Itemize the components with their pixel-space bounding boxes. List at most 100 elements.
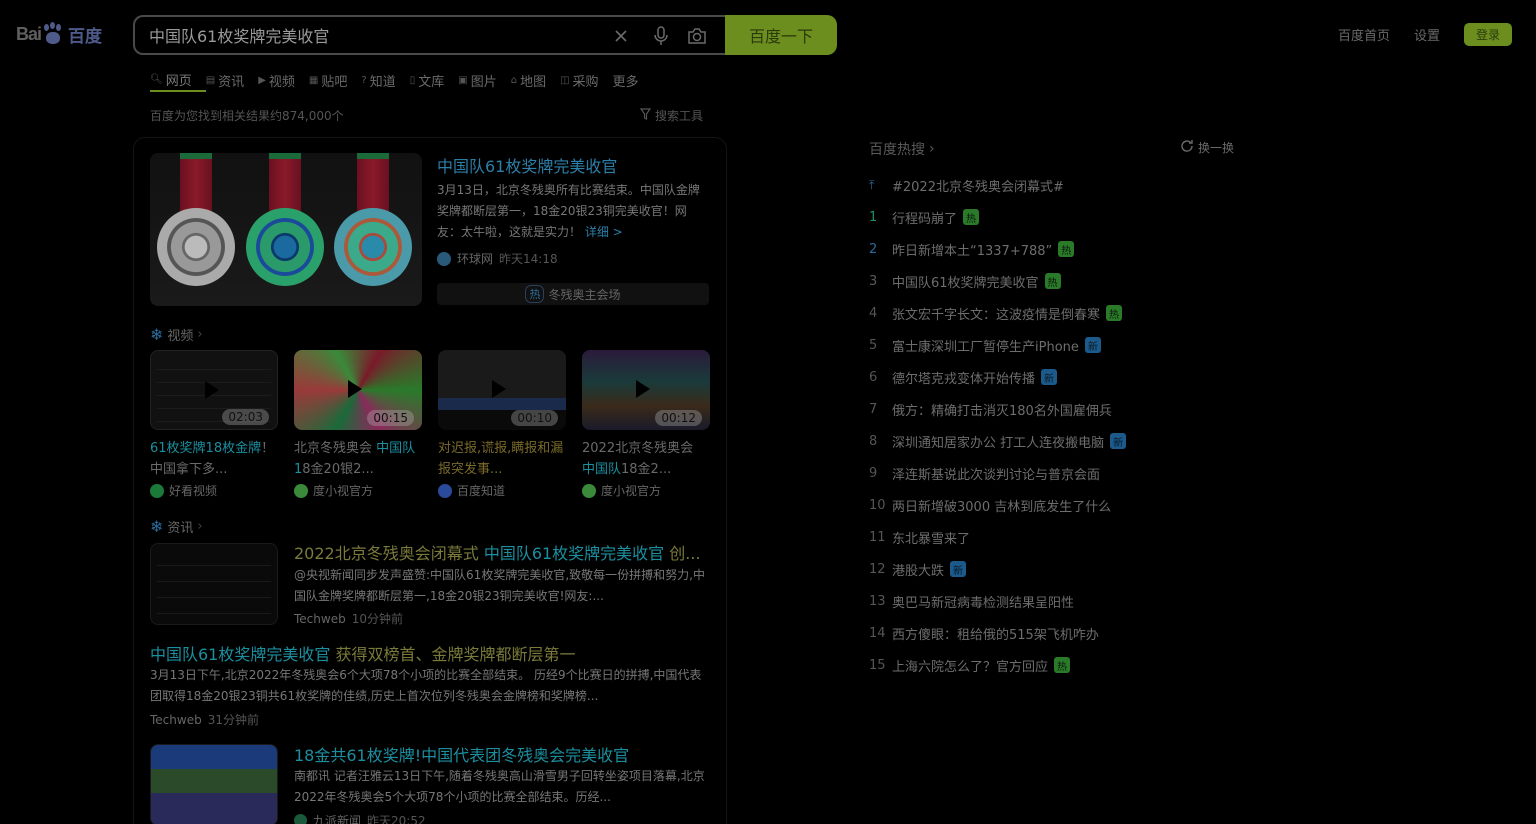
tab-more[interactable]: 更多	[613, 68, 639, 92]
video-section-header[interactable]: ❄ 视频 ›	[150, 325, 203, 344]
chevron-right-icon: ›	[197, 327, 203, 342]
hot-search-text: 张文宏千字长文：这波疫情是倒春寒	[892, 307, 1101, 323]
hot-rank: 6	[869, 369, 878, 385]
hot-rank: 5	[869, 337, 878, 353]
camera-icon[interactable]	[686, 25, 708, 47]
hot-search-item[interactable]: 7 俄方：精确打击消灭180名外国雇佣兵	[869, 393, 1249, 425]
hot-search-text: 行程码崩了	[892, 211, 958, 227]
video-title: 61枚奖牌18枚金牌！中国拿下多...	[150, 441, 275, 477]
video-source: 度小视官方	[294, 482, 422, 499]
chevron-right-icon: ›	[197, 519, 203, 534]
tab-web[interactable]: 🔍︎ 网页	[150, 68, 206, 92]
tab-map[interactable]: ⌂ 地图	[511, 68, 560, 92]
medals-image[interactable]	[150, 153, 422, 306]
hot-search-item[interactable]: 4 张文宏千字长文：这波疫情是倒春寒热	[869, 297, 1249, 329]
refresh-button[interactable]: 换一换	[1180, 139, 1234, 156]
tab-news[interactable]: ▤ 资讯	[206, 68, 258, 92]
hot-search-text: 泽连斯基说此次谈判讨论与普京会面	[892, 467, 1101, 483]
news-icon: ▤	[205, 74, 216, 86]
video-title: 对迟报,谎报,瞒报和漏报突发事...	[438, 441, 564, 477]
hot-search-item[interactable]: 13 奥巴马新冠病毒检测结果呈阳性	[869, 585, 1249, 617]
news-thumbnail[interactable]	[150, 744, 278, 824]
tab-tieba[interactable]: ▦ 贴吧	[309, 68, 361, 92]
hot-rank: 3	[869, 273, 878, 289]
hot-badge: 热	[1058, 241, 1075, 257]
microphone-icon[interactable]	[650, 25, 672, 47]
baidu-logo[interactable]: Bai 百度	[16, 16, 120, 52]
hot-search-item[interactable]: 8 深圳通知居家办公 打工人连夜搬电脑新	[869, 425, 1249, 457]
hot-rank: 2	[869, 241, 878, 257]
logo-text-right: 百度	[68, 26, 103, 47]
news-title[interactable]: 18金共61枚奖牌!中国代表团冬残奥会完美收官	[294, 742, 709, 766]
video-card[interactable]: 00:12 2022北京冬残奥会 中国队18金2... 度小视官方	[582, 350, 710, 499]
news-thumbnail[interactable]	[150, 543, 278, 625]
new-badge: 新	[1041, 369, 1058, 385]
search-input[interactable]	[149, 25, 599, 44]
hot-search-item[interactable]: 14 西方傻眼：租给俄的515架飞机咋办	[869, 617, 1249, 649]
hot-search-item[interactable]: 11 东北暴雪来了	[869, 521, 1249, 553]
news-source: 九派新闻 昨天20:52	[294, 812, 426, 824]
hot-badge: 热	[1044, 273, 1061, 289]
tab-zhidao[interactable]: ? 知道	[361, 68, 409, 92]
news-title[interactable]: 中国队61枚奖牌完美收官 获得双榜首、金牌奖牌都断层第一	[150, 641, 710, 665]
hot-search-item[interactable]: 3 中国队61枚奖牌完美收官热	[869, 265, 1249, 297]
hot-search-title[interactable]: 百度热搜 ›	[869, 139, 935, 159]
duxiaoshi-icon	[294, 483, 308, 498]
home-link[interactable]: 百度首页	[1338, 25, 1390, 44]
hot-rank: 14	[869, 625, 886, 641]
video-thumbnail: 02:03	[150, 350, 278, 430]
top-links: 百度首页 设置 登录	[1338, 23, 1512, 46]
video-thumbnail: 00:15	[294, 350, 422, 430]
hot-rank: 9	[869, 465, 878, 481]
hot-search-text: 俄方：精确打击消灭180名外国雇佣兵	[892, 403, 1112, 419]
hot-search-item[interactable]: 5 富士康深圳工厂暂停生产iPhone 新	[869, 329, 1249, 361]
hot-rank: 13	[869, 593, 886, 609]
hot-search-item[interactable]: ⤒ #2022北京冬残奥会闭幕式#	[869, 169, 1249, 201]
hot-badge: 热	[1106, 305, 1123, 321]
tab-image[interactable]: ▣ 图片	[458, 68, 510, 92]
hot-search-item[interactable]: 9 泽连斯基说此次谈判讨论与普京会面	[869, 457, 1249, 489]
settings-link[interactable]: 设置	[1414, 25, 1440, 44]
filter-icon	[639, 108, 652, 123]
video-card[interactable]: 00:15 北京冬残奥会 中国队18金20银2... 度小视官方	[294, 350, 422, 499]
haokan-icon	[150, 483, 164, 498]
top-result-title[interactable]: 中国队61枚奖牌完美收官	[437, 153, 709, 177]
hot-search-text: 港股大跌	[892, 563, 945, 579]
tab-purchase[interactable]: ◫ 采购	[560, 68, 612, 92]
tab-wenku[interactable]: ▯ 文库	[410, 68, 459, 92]
search-button[interactable]: 百度一下	[725, 15, 837, 55]
detail-link[interactable]: 详细 >	[585, 225, 623, 239]
result-count: 百度为您找到相关结果约874,000个	[150, 109, 344, 123]
hot-search-item[interactable]: 2 昨日新增本土“1337+788” 热	[869, 233, 1249, 265]
question-icon: ?	[361, 74, 367, 86]
hot-search-item[interactable]: 1 行程码崩了热	[869, 201, 1249, 233]
hot-search-item[interactable]: 10 两日新增破3000 吉林到底发生了什么	[869, 489, 1249, 521]
news-title[interactable]: 2022北京冬残奥会闭幕式 中国队61枚奖牌完美收官 创...	[294, 540, 709, 564]
image-icon: ▣	[458, 74, 468, 86]
hot-rank: 15	[869, 657, 886, 673]
video-card[interactable]: 02:03 61枚奖牌18枚金牌！中国拿下多... 好看视频	[150, 350, 278, 499]
news-source: Techweb 10分钟前	[294, 611, 403, 627]
login-button[interactable]: 登录	[1463, 23, 1512, 46]
hot-search-item[interactable]: 15 上海六院怎么了？官方回应热	[869, 649, 1249, 681]
hot-rank: 8	[869, 433, 878, 449]
news-abstract: @央视新闻同步发声盛赞:中国队61枚奖牌完美收官,致敬每一份拼搏和努力,中国队金…	[294, 568, 705, 603]
source-logo-icon	[437, 251, 451, 266]
pin-top-icon: ⤒	[869, 177, 875, 192]
hot-search-text: #2022北京冬残奥会闭幕式#	[892, 179, 1064, 195]
clear-icon[interactable]	[610, 25, 632, 47]
video-card[interactable]: 00:10 对迟报,谎报,瞒报和漏报突发事... 百度知道	[438, 350, 566, 499]
hot-search-item[interactable]: 6 德尔塔克戎变体开始传播新	[869, 361, 1249, 393]
related-search-pill[interactable]: 热 冬残奥主会场	[437, 283, 709, 305]
tab-video[interactable]: ▶ 视频	[258, 68, 309, 92]
video-title: 北京冬残奥会 中国队18金20银2...	[294, 441, 416, 477]
logo-text-left: Bai	[16, 23, 42, 44]
zhidao-icon	[438, 483, 452, 498]
search-tools[interactable]: 搜索工具	[639, 107, 703, 124]
news-section-header[interactable]: ❄ 资讯 ›	[150, 517, 203, 536]
hot-search-text: 富士康深圳工厂暂停生产iPhone	[892, 339, 1079, 355]
new-badge: 新	[1110, 433, 1127, 449]
news-source: Techweb 31分钟前	[150, 712, 259, 728]
refresh-icon	[1180, 139, 1194, 156]
hot-search-item[interactable]: 12 港股大跌新	[869, 553, 1249, 585]
